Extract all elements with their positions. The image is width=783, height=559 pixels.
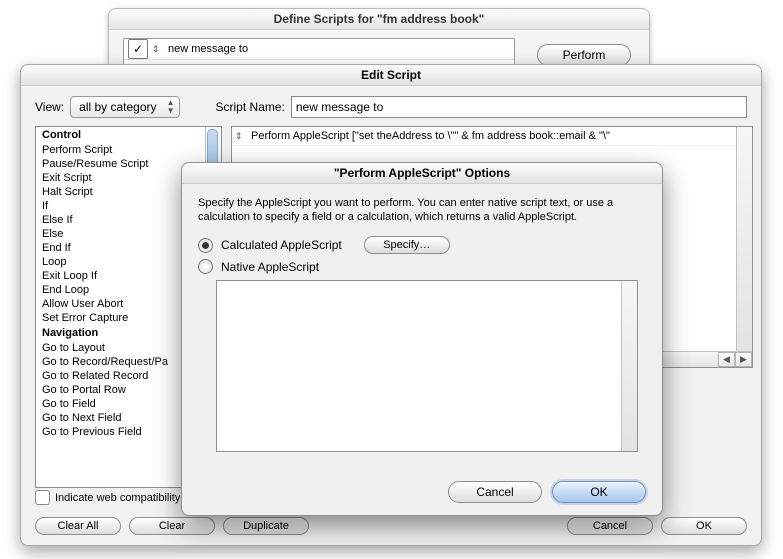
stage: Define Scripts for "fm address book" ✓ ⇕… [0,0,783,559]
h-scroll-left-icon[interactable]: ◀ [718,352,735,367]
scrollbar[interactable] [621,281,637,451]
script-name-field[interactable] [291,96,747,118]
calc-specify-button[interactable]: Specify… [364,236,450,254]
applescript-ok-button[interactable]: OK [552,481,646,503]
applescript-instructions: Specify the AppleScript you want to perf… [198,196,646,224]
script-step-row[interactable]: ⇕ Perform AppleScript ["set theAddress t… [232,127,752,146]
scrollbar[interactable] [736,127,752,352]
native-applescript-label: Native AppleScript [221,260,319,274]
view-label: View: [35,100,64,114]
applescript-dialog-title: "Perform AppleScript" Options [182,163,662,184]
h-scroll-right-icon[interactable]: ▶ [735,352,752,367]
calculated-applescript-radio[interactable] [198,238,213,253]
define-scripts-title: Define Scripts for "fm address book" [109,9,649,30]
clear-all-button[interactable]: Clear All [35,517,121,535]
sort-handle-icon[interactable]: ⇕ [232,131,247,142]
script-name-label: Script Name: [216,100,285,114]
script-list-row[interactable]: ✓ ⇕ new message to [124,39,514,60]
view-popup[interactable]: all by category ▲▼ [70,96,179,118]
edit-cancel-button[interactable]: Cancel [567,517,653,535]
native-applescript-textarea[interactable] [216,280,638,452]
indicate-web-compat-checkbox[interactable]: Indicate web compatibility [35,490,180,505]
script-step-item[interactable]: Perform Script [36,143,206,157]
perform-applescript-options-dialog: "Perform AppleScript" Options Specify th… [181,162,663,516]
clear-button[interactable]: Clear [129,517,215,535]
script-step-text: Perform AppleScript ["set theAddress to … [247,130,610,142]
duplicate-button[interactable]: Duplicate [223,517,309,535]
edit-ok-button[interactable]: OK [661,517,747,535]
indicate-web-compat-label: Indicate web compatibility [55,492,180,504]
script-include-checkbox[interactable]: ✓ [128,39,148,59]
perform-button[interactable]: Perform [537,44,631,66]
applescript-cancel-button[interactable]: Cancel [448,481,542,503]
view-popup-value: all by category [79,100,156,114]
popup-arrows-icon: ▲▼ [167,99,175,115]
checkbox-box-icon [35,490,50,505]
sort-handle-icon[interactable]: ⇕ [152,44,162,55]
calculated-applescript-label: Calculated AppleScript [221,238,342,252]
script-name-cell: new message to [168,43,248,55]
category-header: Control [36,127,206,143]
edit-script-title: Edit Script [21,65,761,86]
native-applescript-radio[interactable] [198,259,213,274]
